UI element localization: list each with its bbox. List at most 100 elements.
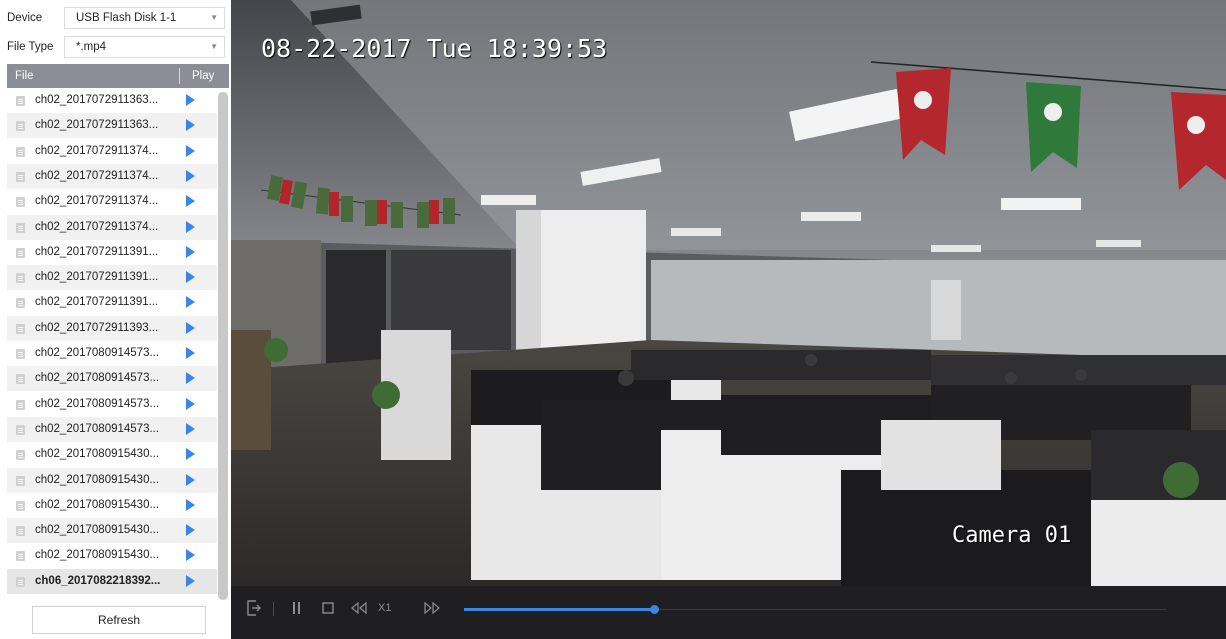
file-icon <box>16 349 25 359</box>
file-name: ch06_2017082218392... <box>35 574 161 587</box>
file-icon <box>16 323 25 334</box>
file-row[interactable]: ch06_2017082218392... <box>7 568 217 594</box>
speed-label[interactable]: X1 <box>378 602 391 614</box>
file-row[interactable]: ch02_2017080915430... <box>7 518 217 544</box>
rewind-icon[interactable] <box>351 601 367 617</box>
play-icon[interactable] <box>186 524 195 537</box>
file-row[interactable]: ch02_2017072911374... <box>7 163 217 189</box>
file-icon <box>16 576 25 587</box>
file-name: ch02_2017080915430... <box>35 473 160 486</box>
file-row[interactable]: ch02_2017072911374... <box>7 189 217 214</box>
file-name: ch02_2017072911374... <box>35 220 159 233</box>
device-value: USB Flash Disk 1-1 <box>76 12 177 24</box>
file-row[interactable]: ch02_2017080915430... <box>7 493 217 518</box>
file-icon <box>16 475 25 486</box>
file-row[interactable]: ch02_2017072911374... <box>7 139 217 164</box>
osd-timestamp: 08-22-2017 Tue 18:39:53 <box>261 34 608 63</box>
file-icon <box>16 424 25 435</box>
file-row[interactable]: ch02_2017080914573... <box>7 341 217 366</box>
file-row[interactable]: ch02_2017080914573... <box>7 392 217 417</box>
play-icon[interactable] <box>186 169 195 182</box>
file-table-header: File Play <box>7 64 229 88</box>
play-icon[interactable] <box>186 347 195 359</box>
header-divider <box>179 68 180 84</box>
progress-handle[interactable] <box>649 605 659 614</box>
file-name: ch02_2017080914573... <box>35 397 160 410</box>
progress-bar[interactable] <box>464 605 1166 614</box>
play-icon[interactable] <box>186 448 195 461</box>
file-icon <box>16 121 25 132</box>
video-frame[interactable]: 08-22-2017 Tue 18:39:53 Camera 01 <box>231 0 1226 586</box>
playback-controls: X1 <box>231 586 1226 639</box>
file-name: ch02_2017072911374... <box>35 144 159 157</box>
file-name: ch02_2017072911363... <box>35 94 159 106</box>
file-icon <box>16 273 25 284</box>
file-row[interactable]: ch02_2017072911363... <box>7 113 217 139</box>
scrollbar[interactable] <box>218 92 228 600</box>
file-name: ch02_2017072911391... <box>35 271 159 284</box>
play-icon[interactable] <box>186 574 195 587</box>
exit-icon[interactable] <box>247 600 261 619</box>
pause-icon[interactable] <box>292 601 302 618</box>
file-list-panel: Device USB Flash Disk 1-1 ▼ File Type *.… <box>0 0 232 639</box>
file-icon <box>16 399 25 410</box>
file-icon <box>16 500 25 511</box>
file-icon <box>16 551 25 562</box>
play-icon[interactable] <box>186 397 195 410</box>
play-icon[interactable] <box>186 296 195 309</box>
file-icon <box>16 526 25 537</box>
file-type-select[interactable]: *.mp4 ▼ <box>64 36 225 58</box>
play-icon[interactable] <box>186 422 195 435</box>
file-row[interactable]: ch02_2017072911393... <box>7 315 217 341</box>
file-type-label: File Type <box>7 41 54 53</box>
file-row[interactable]: ch02_2017080915430... <box>7 467 217 493</box>
column-header-play: Play <box>192 70 215 82</box>
play-icon[interactable] <box>186 144 195 157</box>
play-icon[interactable] <box>186 94 195 106</box>
play-icon[interactable] <box>186 271 195 284</box>
device-row: Device USB Flash Disk 1-1 ▼ <box>0 5 231 31</box>
play-icon[interactable] <box>186 321 195 334</box>
video-player: 08-22-2017 Tue 18:39:53 Camera 01 X1 <box>231 0 1226 639</box>
file-type-value: *.mp4 <box>76 41 107 53</box>
file-row[interactable]: ch02_2017072911391... <box>7 265 217 291</box>
play-icon[interactable] <box>186 195 195 208</box>
file-name: ch02_2017072911391... <box>35 245 159 258</box>
play-icon[interactable] <box>186 549 195 562</box>
file-row[interactable]: ch02_2017080914573... <box>7 416 217 442</box>
device-select[interactable]: USB Flash Disk 1-1 ▼ <box>64 7 225 29</box>
device-label: Device <box>7 12 43 24</box>
file-row[interactable]: ch02_2017080915430... <box>7 442 217 467</box>
file-row[interactable]: ch02_2017072911363... <box>7 88 217 113</box>
file-name: ch02_2017072911363... <box>35 119 159 132</box>
file-name: ch02_2017072911393... <box>35 321 159 334</box>
stop-icon[interactable] <box>322 602 334 617</box>
file-row[interactable]: ch02_2017080914573... <box>7 366 217 392</box>
file-name: ch02_2017080914573... <box>35 372 160 385</box>
file-name: ch02_2017080915430... <box>35 549 160 562</box>
file-icon <box>16 450 25 461</box>
file-icon <box>16 197 25 208</box>
play-icon[interactable] <box>186 220 195 233</box>
scrollbar-thumb[interactable] <box>218 92 228 600</box>
play-icon[interactable] <box>186 119 195 132</box>
play-icon[interactable] <box>186 372 195 385</box>
control-divider <box>273 602 274 616</box>
fast-forward-icon[interactable] <box>424 601 440 617</box>
play-icon[interactable] <box>186 498 195 511</box>
file-name: ch02_2017072911391... <box>35 296 159 309</box>
refresh-button[interactable]: Refresh <box>32 606 206 634</box>
file-row[interactable]: ch02_2017072911391... <box>7 290 217 315</box>
office-camera-image <box>231 0 1226 586</box>
file-row[interactable]: ch02_2017072911391... <box>7 240 217 265</box>
play-icon[interactable] <box>186 473 195 486</box>
file-name: ch02_2017080915430... <box>35 448 160 461</box>
chevron-down-icon: ▼ <box>210 13 218 22</box>
file-icon <box>16 222 25 233</box>
file-row[interactable]: ch02_2017080915430... <box>7 543 217 568</box>
file-name: ch02_2017080914573... <box>35 347 160 359</box>
file-row[interactable]: ch02_2017072911374... <box>7 214 217 240</box>
file-icon <box>16 96 25 106</box>
play-icon[interactable] <box>186 245 195 258</box>
file-name: ch02_2017072911374... <box>35 169 159 182</box>
